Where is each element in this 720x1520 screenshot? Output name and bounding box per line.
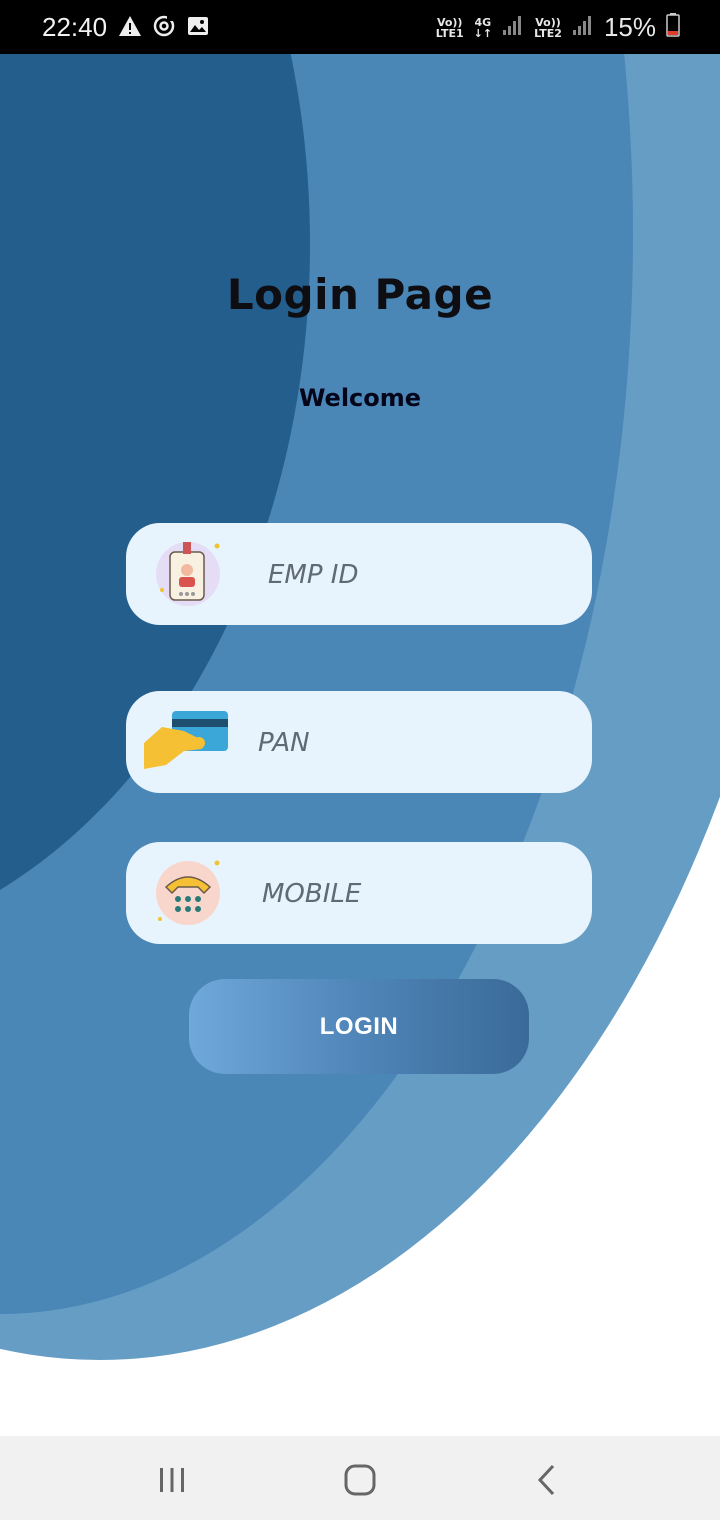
clock: 22:40 (42, 12, 108, 42)
emp-id-input[interactable] (266, 523, 570, 627)
notification-icons (118, 14, 210, 38)
mobile-input[interactable] (260, 842, 564, 946)
network-lte2-bottom: LTE2 (534, 26, 562, 40)
signal-icon (502, 14, 524, 41)
network-lte2-top: Vo)) (535, 15, 561, 29)
network-lte1-top: Vo)) (436, 15, 463, 29)
battery-percent: 15% (603, 12, 656, 42)
network-lte1-bottom: LTE1 (435, 26, 464, 40)
login-button[interactable]: LOGIN (189, 979, 529, 1074)
login-screen: Login Page Welcome EMP ID PAN MOBILE LOG… (0, 0, 720, 1520)
back-icon[interactable] (526, 1458, 570, 1502)
sync-icon (152, 14, 176, 38)
page-subtitle: Welcome (298, 384, 422, 412)
pan-input[interactable] (256, 691, 560, 795)
signal-icon-2 (572, 14, 594, 41)
warning-icon (118, 14, 142, 38)
network-4g: 4G ↓↑ (474, 17, 492, 39)
network-lte2: Vo)) LTE2 (534, 17, 562, 39)
status-right: Vo)) LTE1 4G ↓↑ Vo)) LTE2 15% (436, 12, 680, 43)
network-4g-top: 4G (474, 15, 492, 29)
pan-field[interactable] (126, 691, 592, 795)
mobile-field[interactable] (126, 842, 592, 946)
id-badge-icon (154, 540, 222, 608)
battery-icon (666, 13, 680, 42)
home-icon[interactable] (338, 1458, 382, 1502)
gallery-icon (186, 14, 210, 38)
emp-id-field[interactable] (126, 523, 592, 627)
card-in-hand-icon (144, 705, 230, 777)
recents-icon[interactable] (150, 1458, 194, 1502)
network-4g-bottom: ↓↑ (473, 26, 493, 40)
page-title: Login Page (226, 270, 494, 319)
system-nav-bar (0, 1436, 720, 1520)
network-lte1: Vo)) LTE1 (436, 17, 464, 39)
telephone-icon (154, 859, 222, 927)
status-bar: 22:40 Vo)) LTE1 4G ↓↑ Vo)) LTE2 15% (0, 0, 720, 54)
